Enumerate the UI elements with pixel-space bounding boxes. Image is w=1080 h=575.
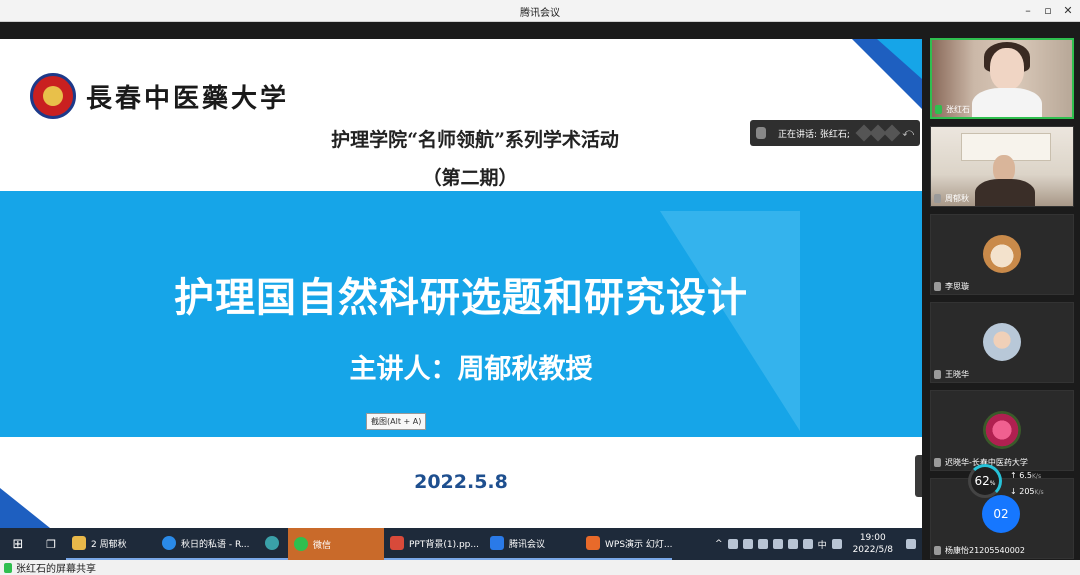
- network-icon[interactable]: [772, 539, 783, 549]
- panel-toggle-handle[interactable]: [915, 455, 922, 497]
- edge-browser-icon: [162, 536, 176, 550]
- corner-decoration: [0, 488, 50, 528]
- school-logo: 長春中医藥大学: [30, 73, 289, 119]
- ime-indicator[interactable]: 中: [818, 538, 827, 551]
- clock[interactable]: 19:00 2022/5/8: [853, 532, 893, 556]
- shared-screen: 長春中医藥大学 护理学院“名师领航”系列学术活动 （第二期） 护理国自然科研选题…: [0, 22, 922, 528]
- taskbar-item[interactable]: [256, 528, 288, 560]
- participant-name: 王晓华: [934, 369, 969, 380]
- taskbar-item[interactable]: WPS演示 幻灯...: [580, 528, 672, 560]
- mic-off-icon: [934, 370, 941, 379]
- mic-off-icon: [934, 458, 941, 467]
- corner-decoration: [852, 39, 922, 109]
- taskbar-item[interactable]: PPT背景(1).pp...: [384, 528, 484, 560]
- title-bar: 腾讯会议 – ▫ ✕: [0, 0, 1080, 22]
- wechat-icon: [294, 537, 308, 551]
- taskbar: ⊞ ❐ 2 周郁秋 秋日的私语 - R... 微信 PPT背景(1).pp...…: [0, 528, 922, 560]
- speaking-indicator[interactable]: 正在讲话: 张红石; ⤺: [750, 120, 920, 146]
- tray-icon[interactable]: [727, 539, 738, 549]
- taskbar-item[interactable]: 秋日的私语 - R...: [156, 528, 256, 560]
- mic-off-icon: [934, 194, 941, 203]
- participant-tile[interactable]: 李思璇: [930, 214, 1074, 295]
- taskbar-item[interactable]: 微信: [288, 528, 384, 560]
- dog-avatar-icon: [983, 235, 1021, 273]
- speaking-label: 正在讲话: 张红石;: [778, 129, 850, 140]
- folder-icon: [72, 536, 86, 550]
- mic-off-icon: [934, 546, 941, 555]
- volume-icon[interactable]: [787, 539, 798, 549]
- participant-name: 杨康怡21205540002: [934, 545, 1025, 556]
- tray-icon[interactable]: [802, 539, 813, 549]
- wps-slideshow-icon: [586, 536, 600, 550]
- slide-date: 2022.5.8: [414, 471, 508, 493]
- minimize-button[interactable]: –: [1020, 3, 1036, 19]
- network-speeds: ↑ 6.5K/s ↓ 205K/s: [1010, 471, 1044, 496]
- start-button[interactable]: ⊞: [0, 528, 36, 560]
- screen-share-label: 张红石的屏幕共享: [0, 560, 1080, 575]
- app-icon: [265, 536, 279, 550]
- tray-icon[interactable]: [831, 539, 842, 549]
- participant-name: 张红石: [935, 104, 970, 115]
- collapse-icon[interactable]: ⤺: [902, 126, 914, 140]
- tencent-meeting-icon: [490, 536, 504, 550]
- mic-on-icon: [935, 105, 942, 114]
- mic-off-icon: [934, 282, 941, 291]
- taskbar-item[interactable]: 2 周郁秋: [66, 528, 156, 560]
- screenshot-tooltip: 截图(Alt + A): [366, 413, 427, 430]
- speaking-avatars: [855, 124, 901, 142]
- slide-speaker: 主讲人：周郁秋教授: [349, 354, 593, 385]
- network-speed-gauge[interactable]: 62%: [968, 464, 1002, 498]
- seal-icon: [30, 73, 76, 119]
- participant-tile[interactable]: 王晓华: [930, 302, 1074, 383]
- task-view-icon[interactable]: ❐: [36, 528, 66, 560]
- participant-tile[interactable]: 迟晓华-长春中医药大学: [930, 390, 1074, 471]
- user-avatar-icon: [983, 323, 1021, 361]
- school-name: 長春中医藥大学: [86, 83, 290, 114]
- participant-tile[interactable]: 周郁秋: [930, 126, 1074, 207]
- floating-badge[interactable]: 02: [982, 495, 1020, 533]
- speaker-avatar-icon: [756, 127, 766, 139]
- maximize-button[interactable]: ▫: [1040, 3, 1056, 19]
- title-band: 护理国自然科研选题和研究设计 主讲人：周郁秋教授: [0, 191, 922, 437]
- participant-tile[interactable]: 张红石: [930, 38, 1074, 119]
- mic-icon: [4, 562, 12, 573]
- tray-icon[interactable]: [742, 539, 753, 549]
- participant-name: 周郁秋: [934, 193, 969, 204]
- slide-main-title: 护理国自然科研选题和研究设计: [174, 275, 748, 321]
- system-tray: ^ 中 19:00 2022/5/8: [715, 532, 922, 556]
- notification-icon[interactable]: [906, 539, 916, 549]
- wps-ppt-icon: [390, 536, 404, 550]
- flower-avatar-icon: [983, 411, 1021, 449]
- taskbar-item[interactable]: 腾讯会议: [484, 528, 580, 560]
- close-button[interactable]: ✕: [1060, 3, 1076, 19]
- tray-icon[interactable]: [757, 539, 768, 549]
- chevron-up-icon[interactable]: ^: [715, 539, 723, 549]
- presentation-slide: 長春中医藥大学 护理学院“名师领航”系列学术活动 （第二期） 护理国自然科研选题…: [0, 39, 922, 528]
- participant-name: 李思璇: [934, 281, 969, 292]
- slide-issue: （第二期）: [422, 167, 518, 189]
- window-title: 腾讯会议: [520, 8, 560, 19]
